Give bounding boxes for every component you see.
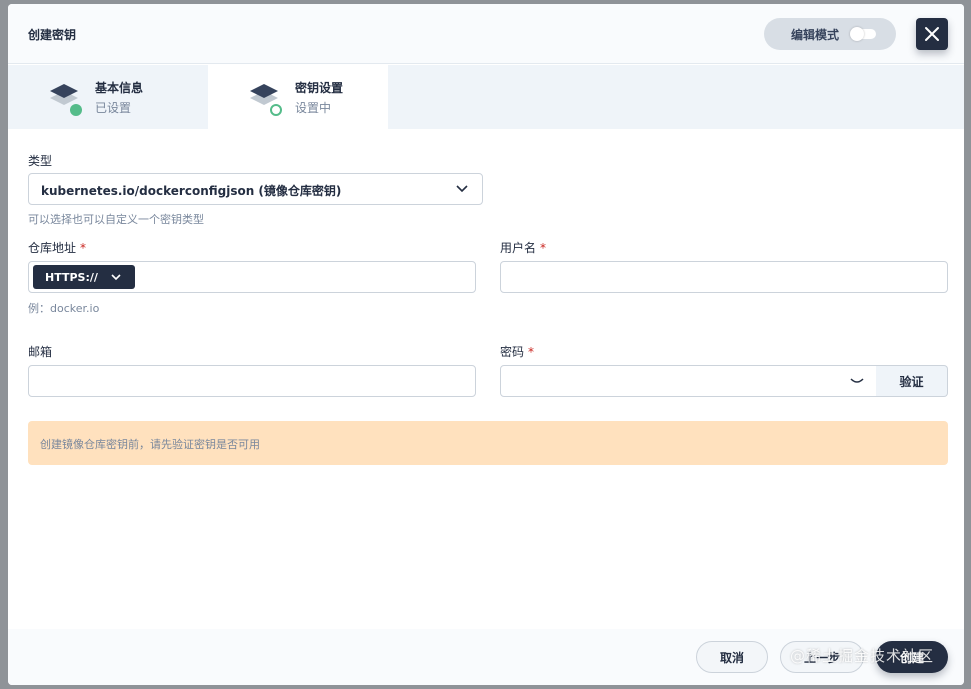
registry-label-text: 仓库地址 xyxy=(28,241,77,255)
tab-status: 已设置 xyxy=(95,101,132,115)
password-input[interactable] xyxy=(500,365,877,397)
eye-closed-icon[interactable] xyxy=(850,378,864,384)
required-mark: * xyxy=(540,241,547,255)
toggle-switch[interactable] xyxy=(850,27,876,41)
registry-hint: 例：docker.io xyxy=(28,302,100,315)
verify-alert: 创建镜像仓库密钥前，请先验证密钥是否可用 xyxy=(28,421,948,465)
close-icon xyxy=(925,27,939,41)
type-hint: 可以选择也可以自定义一个密钥类型 xyxy=(28,213,204,226)
close-button[interactable] xyxy=(916,18,948,50)
email-label: 邮箱 xyxy=(28,345,53,359)
password-label-text: 密码 xyxy=(500,345,525,359)
username-input[interactable] xyxy=(500,261,948,293)
toggle-knob xyxy=(850,27,864,41)
tab-title: 密钥设置 xyxy=(295,81,344,95)
create-secret-modal: 创建密钥 编辑模式 基本信息 已设置 密钥设置 设置中 类型 kubernete… xyxy=(8,4,964,685)
registry-field[interactable]: HTTPS:// xyxy=(28,261,476,293)
required-mark: * xyxy=(80,241,87,255)
layers-icon xyxy=(50,84,82,116)
modal-header: 创建密钥 编辑模式 xyxy=(8,4,964,64)
protocol-value: HTTPS:// xyxy=(45,270,98,284)
required-mark: * xyxy=(528,345,535,359)
tab-status: 设置中 xyxy=(295,101,332,115)
watermark: @稀土掘金技术社区 xyxy=(790,647,935,665)
type-select-value: kubernetes.io/dockerconfigjson (镜像仓库密钥) xyxy=(41,184,342,198)
verify-button[interactable]: 验证 xyxy=(876,365,948,397)
type-select[interactable]: kubernetes.io/dockerconfigjson (镜像仓库密钥) xyxy=(28,173,483,205)
type-label: 类型 xyxy=(28,154,53,168)
step-tabs: 基本信息 已设置 密钥设置 设置中 xyxy=(8,65,964,129)
email-input[interactable] xyxy=(28,365,476,397)
layers-icon xyxy=(250,84,282,116)
username-label-text: 用户名 xyxy=(500,241,537,255)
chevron-down-icon xyxy=(456,185,468,193)
modal-title: 创建密钥 xyxy=(28,28,77,42)
cancel-button[interactable]: 取消 xyxy=(696,641,768,673)
chevron-down-icon xyxy=(111,274,121,281)
edit-mode-label: 编辑模式 xyxy=(791,27,840,42)
registry-label: 仓库地址 * xyxy=(28,239,86,256)
tab-secret-settings[interactable]: 密钥设置 设置中 xyxy=(208,65,388,129)
tab-basic-info[interactable]: 基本信息 已设置 xyxy=(8,65,188,129)
tab-title: 基本信息 xyxy=(95,81,144,95)
protocol-select[interactable]: HTTPS:// xyxy=(33,265,135,289)
username-label: 用户名 * xyxy=(500,239,546,256)
password-label: 密码 * xyxy=(500,343,534,360)
edit-mode-toggle[interactable]: 编辑模式 xyxy=(764,18,896,50)
